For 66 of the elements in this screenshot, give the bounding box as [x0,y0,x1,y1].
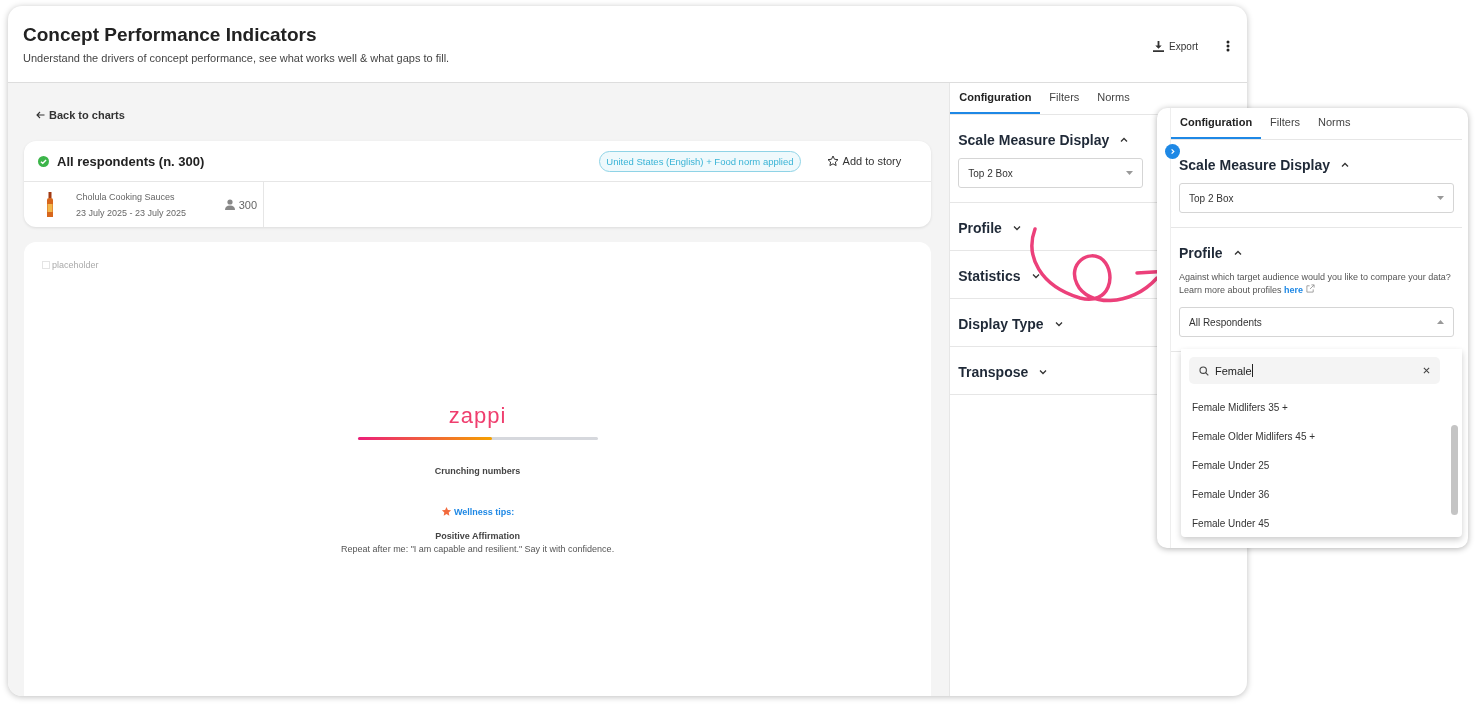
chevron-up-icon [1340,160,1350,170]
section-header[interactable]: Scale Measure Display [958,132,1130,148]
dropdown-option[interactable]: Female Under 25 [1189,452,1440,479]
panel-tab[interactable]: Norms [1088,83,1139,114]
external-link-icon [1305,284,1315,294]
section-header[interactable]: Profile [1179,245,1243,261]
section-header[interactable]: Profile [958,220,1022,236]
caret-down-icon [1126,171,1134,175]
arrow-left-icon [36,111,45,119]
caret-down-icon [1437,196,1444,200]
chevron-right-icon [1169,148,1176,155]
export-button[interactable]: Export [1149,38,1202,54]
scrollbar-thumb[interactable] [1451,425,1458,515]
download-icon [1153,40,1165,52]
respondent-count: 300 [238,198,257,211]
search-field[interactable]: Female [1189,357,1440,384]
panel-tab[interactable]: Configuration [950,83,1041,114]
section-header[interactable]: Display Type [958,316,1064,332]
add-to-story-button[interactable]: Add to story [820,154,908,168]
page-title: Concept Performance Indicators [23,24,318,46]
product-name: Cholula Cooking Sauces [76,191,176,202]
star-icon [440,506,452,517]
more-options-button[interactable] [1224,38,1232,54]
page-subtitle: Understand the drivers of concept performance, see what works well & what gaps to fill. [23,52,450,64]
tips-label: Wellness tips: [453,506,515,517]
chevron-down-icon [1030,271,1041,281]
panel-tab[interactable]: Configuration [1171,108,1262,139]
bottle-icon [46,191,54,218]
back-link[interactable]: Back to charts [36,109,125,121]
search-icon [1199,365,1209,376]
profile-description: Against which target audience would you like to compare your data? Learn more about profiles here [1179,271,1452,298]
select-field[interactable]: Top 2 Box [1179,183,1454,213]
chevron-up-icon [1232,248,1243,258]
dropdown-option[interactable]: Female Midlifers 35 + [1189,394,1440,421]
chevron-down-icon [1011,223,1022,233]
dropdown-option[interactable]: Female Older Midlifers 45 + [1189,423,1440,450]
section-header[interactable]: Statistics [958,268,1041,284]
close-icon[interactable] [1423,367,1430,374]
date-range: 23 July 2025 - 23 July 2025 [76,207,188,218]
star-icon [826,155,839,167]
dropdown-option[interactable]: Female Under 36 [1189,481,1440,508]
select-field[interactable]: All Respondents [1179,307,1454,338]
logo-text: zappi [448,403,507,429]
tip-title: Positive Affirmation [435,531,520,541]
section-header[interactable]: Scale Measure Display [1179,157,1350,173]
more-vertical-icon [1226,40,1230,52]
person-icon [224,199,235,210]
broken-image-icon [42,261,50,269]
expand-panel-button[interactable] [1165,144,1180,159]
audience-title: All respondents (n. 300) [57,153,206,169]
here-link[interactable]: here [1284,285,1304,296]
dropdown-option[interactable]: Female Under 45 [1189,510,1440,537]
tip-text: Repeat after me: "I am capable and resilient." Say it with confidence. [341,544,615,554]
panel-tab[interactable]: Filters [1040,83,1089,114]
chevron-down-icon [1038,367,1049,377]
norm-badge: United States (English) + Food norm applied [599,150,801,172]
section-header[interactable]: Transpose [958,364,1049,380]
caret-up-icon [1437,320,1444,325]
chevron-up-icon [1119,135,1130,145]
select-field[interactable]: Top 2 Box [958,158,1144,188]
panel-tab[interactable]: Norms [1309,108,1360,139]
chevron-down-icon [1053,319,1064,329]
panel-tab[interactable]: Filters [1261,108,1310,139]
loading-status: Crunching numbers [434,466,521,476]
image-alt-text: placeholder [52,260,99,270]
search-value: Female [1215,364,1252,377]
